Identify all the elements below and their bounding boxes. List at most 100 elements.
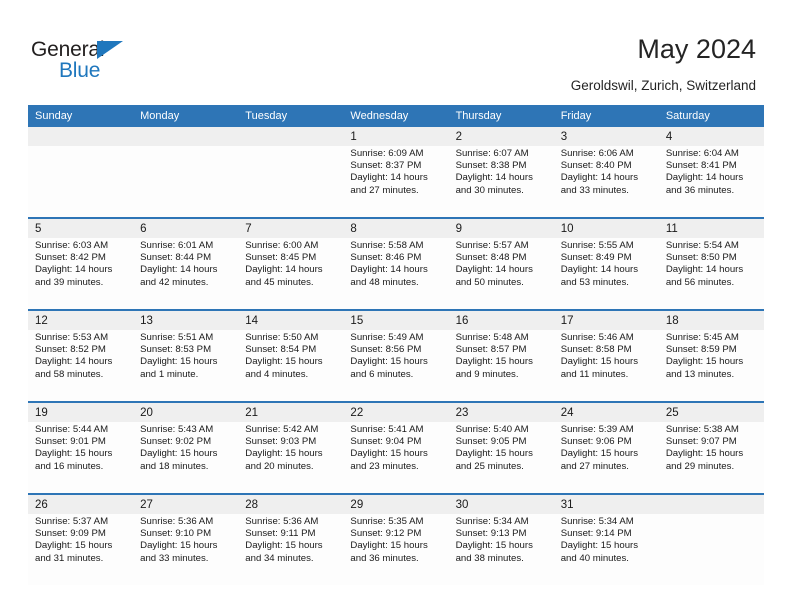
week-info-row: Sunrise: 6:09 AM Sunset: 8:37 PM Daylight:… [28,146,764,217]
day-detail-cell[interactable]: Sunrise: 5:38 AM Sunset: 9:07 PM Daylight:… [658,422,764,493]
sunrise-text: Sunrise: 5:40 AM [455,424,529,435]
day-number-cell[interactable]: 4 [658,127,764,146]
daylight-text-line1: Daylight: 14 hours [35,356,113,368]
day-number: 25 [665,407,679,419]
day-number-cell[interactable]: 6 [133,219,239,238]
sunset-text: Sunset: 9:03 PM [245,436,317,448]
day-number-cell[interactable]: 23 [448,403,554,422]
week-info-row: Sunrise: 5:44 AM Sunset: 9:01 PM Daylight:… [28,422,764,493]
day-number-cell[interactable]: 29 [343,495,449,514]
calendar-page: General Blue May 2024 Geroldswil, Zurich… [0,0,792,612]
day-number-cell[interactable]: 13 [133,311,239,330]
daylight-text-line2: and 33 minutes. [140,552,209,564]
day-detail-cell[interactable]: Sunrise: 5:48 AM Sunset: 8:57 PM Daylight:… [448,330,554,401]
empty-day-cell [238,127,344,146]
day-detail-cell[interactable]: Sunrise: 6:06 AM Sunset: 8:40 PM Daylight:… [553,146,659,217]
daylight-text-line2: and 20 minutes. [245,460,314,472]
day-number: 22 [350,407,364,419]
day-detail-cell[interactable]: Sunrise: 5:36 AM Sunset: 9:11 PM Daylight:… [238,514,344,585]
day-detail-cell[interactable]: Sunrise: 5:34 AM Sunset: 9:14 PM Daylight:… [553,514,659,585]
day-number-cell[interactable]: 12 [28,311,134,330]
sunrise-text: Sunrise: 5:58 AM [350,240,424,251]
daylight-text-line2: and 27 minutes. [350,184,419,196]
daylight-text-line2: and 58 minutes. [35,368,104,380]
daylight-text-line1: Daylight: 14 hours [665,172,744,184]
day-detail-cell[interactable]: Sunrise: 6:00 AM Sunset: 8:45 PM Daylight:… [238,238,344,309]
day-detail-cell[interactable]: Sunrise: 6:09 AM Sunset: 8:37 PM Daylight:… [343,146,449,217]
day-number-cell[interactable]: 14 [238,311,344,330]
day-number: 17 [560,315,574,327]
daylight-text-line2: and 1 minute. [140,368,199,380]
day-number-cell[interactable]: 18 [658,311,764,330]
day-number-cell[interactable]: 24 [553,403,659,422]
day-detail-cell[interactable]: Sunrise: 5:43 AM Sunset: 9:02 PM Daylight:… [133,422,239,493]
daylight-text-line1: Daylight: 15 hours [245,356,323,368]
day-detail-cell[interactable]: Sunrise: 5:57 AM Sunset: 8:48 PM Daylight:… [448,238,554,309]
empty-day-cell [28,127,134,146]
sunset-text: Sunset: 8:46 PM [350,252,422,264]
empty-detail-cell [133,146,239,217]
daylight-text-line1: Daylight: 15 hours [245,448,323,460]
sunset-text: Sunset: 8:49 PM [560,252,632,264]
weekday-header-sunday: Sunday [28,105,134,127]
day-detail-cell[interactable]: Sunrise: 5:58 AM Sunset: 8:46 PM Daylight:… [343,238,449,309]
day-number-cell[interactable]: 7 [238,219,344,238]
day-number-cell[interactable]: 22 [343,403,449,422]
day-detail-cell[interactable]: Sunrise: 5:51 AM Sunset: 8:53 PM Daylight:… [133,330,239,401]
day-detail-cell[interactable]: Sunrise: 5:41 AM Sunset: 9:04 PM Daylight:… [343,422,449,493]
day-detail-cell[interactable]: Sunrise: 5:49 AM Sunset: 8:56 PM Daylight:… [343,330,449,401]
day-number-cell[interactable]: 28 [238,495,344,514]
day-number-cell[interactable]: 15 [343,311,449,330]
day-detail-cell[interactable]: Sunrise: 5:55 AM Sunset: 8:49 PM Daylight:… [553,238,659,309]
day-detail-cell[interactable]: Sunrise: 5:39 AM Sunset: 9:06 PM Daylight:… [553,422,659,493]
day-number-cell[interactable]: 10 [553,219,659,238]
day-detail-cell[interactable]: Sunrise: 6:03 AM Sunset: 8:42 PM Daylight:… [28,238,134,309]
day-number-cell[interactable]: 3 [553,127,659,146]
day-detail-cell[interactable]: Sunrise: 5:37 AM Sunset: 9:09 PM Daylight:… [28,514,134,585]
day-detail-cell[interactable]: Sunrise: 5:34 AM Sunset: 9:13 PM Daylight:… [448,514,554,585]
day-number-cell[interactable]: 19 [28,403,134,422]
weekday-header-monday: Monday [133,105,239,127]
day-detail-cell[interactable]: Sunrise: 5:40 AM Sunset: 9:05 PM Daylight:… [448,422,554,493]
day-detail-cell[interactable]: Sunrise: 5:35 AM Sunset: 9:12 PM Daylight:… [343,514,449,585]
day-detail-cell[interactable]: Sunrise: 5:45 AM Sunset: 8:59 PM Daylight:… [658,330,764,401]
day-number: 15 [350,315,364,327]
day-number-cell[interactable]: 16 [448,311,554,330]
daylight-text-line2: and 11 minutes. [560,368,629,380]
daylight-text-line1: Daylight: 15 hours [455,540,533,552]
day-number-cell[interactable]: 26 [28,495,134,514]
day-number-cell[interactable]: 17 [553,311,659,330]
day-detail-cell[interactable]: Sunrise: 5:44 AM Sunset: 9:01 PM Daylight:… [28,422,134,493]
day-number-cell[interactable]: 21 [238,403,344,422]
day-number-cell[interactable]: 8 [343,219,449,238]
day-number-cell[interactable]: 5 [28,219,134,238]
sunrise-text: Sunrise: 5:50 AM [245,332,319,343]
day-detail-cell[interactable]: Sunrise: 5:42 AM Sunset: 9:03 PM Daylight:… [238,422,344,493]
day-number-cell[interactable]: 31 [553,495,659,514]
day-number-cell[interactable]: 27 [133,495,239,514]
sunset-text: Sunset: 9:09 PM [35,528,106,540]
sunrise-text: Sunrise: 5:43 AM [140,424,214,435]
day-detail-cell[interactable]: Sunrise: 6:07 AM Sunset: 8:38 PM Daylight:… [448,146,554,217]
sunrise-text: Sunrise: 6:06 AM [560,148,634,159]
day-number-cell[interactable]: 25 [658,403,764,422]
daylight-text-line2: and 9 minutes. [455,368,519,380]
day-number-cell[interactable]: 20 [133,403,239,422]
day-detail-cell[interactable]: Sunrise: 5:46 AM Sunset: 8:58 PM Daylight:… [553,330,659,401]
daylight-text-line2: and 38 minutes. [455,552,524,564]
day-detail-cell[interactable]: Sunrise: 5:36 AM Sunset: 9:10 PM Daylight:… [133,514,239,585]
day-number-cell[interactable]: 30 [448,495,554,514]
day-detail-cell[interactable]: Sunrise: 5:54 AM Sunset: 8:50 PM Daylight:… [658,238,764,309]
day-detail-cell[interactable]: Sunrise: 6:01 AM Sunset: 8:44 PM Daylight:… [133,238,239,309]
daylight-text-line1: Daylight: 15 hours [560,540,639,552]
day-number-cell[interactable]: 9 [448,219,554,238]
day-number-cell[interactable]: 1 [343,127,449,146]
empty-day-cell [658,495,764,514]
day-number-cell[interactable]: 2 [448,127,554,146]
day-detail-cell[interactable]: Sunrise: 6:04 AM Sunset: 8:41 PM Daylight:… [658,146,764,217]
day-number-cell[interactable]: 11 [658,219,764,238]
sunset-text: Sunset: 8:59 PM [665,344,737,356]
day-detail-cell[interactable]: Sunrise: 5:53 AM Sunset: 8:52 PM Daylight:… [28,330,134,401]
sunset-text: Sunset: 9:07 PM [665,436,737,448]
day-detail-cell[interactable]: Sunrise: 5:50 AM Sunset: 8:54 PM Daylight:… [238,330,344,401]
